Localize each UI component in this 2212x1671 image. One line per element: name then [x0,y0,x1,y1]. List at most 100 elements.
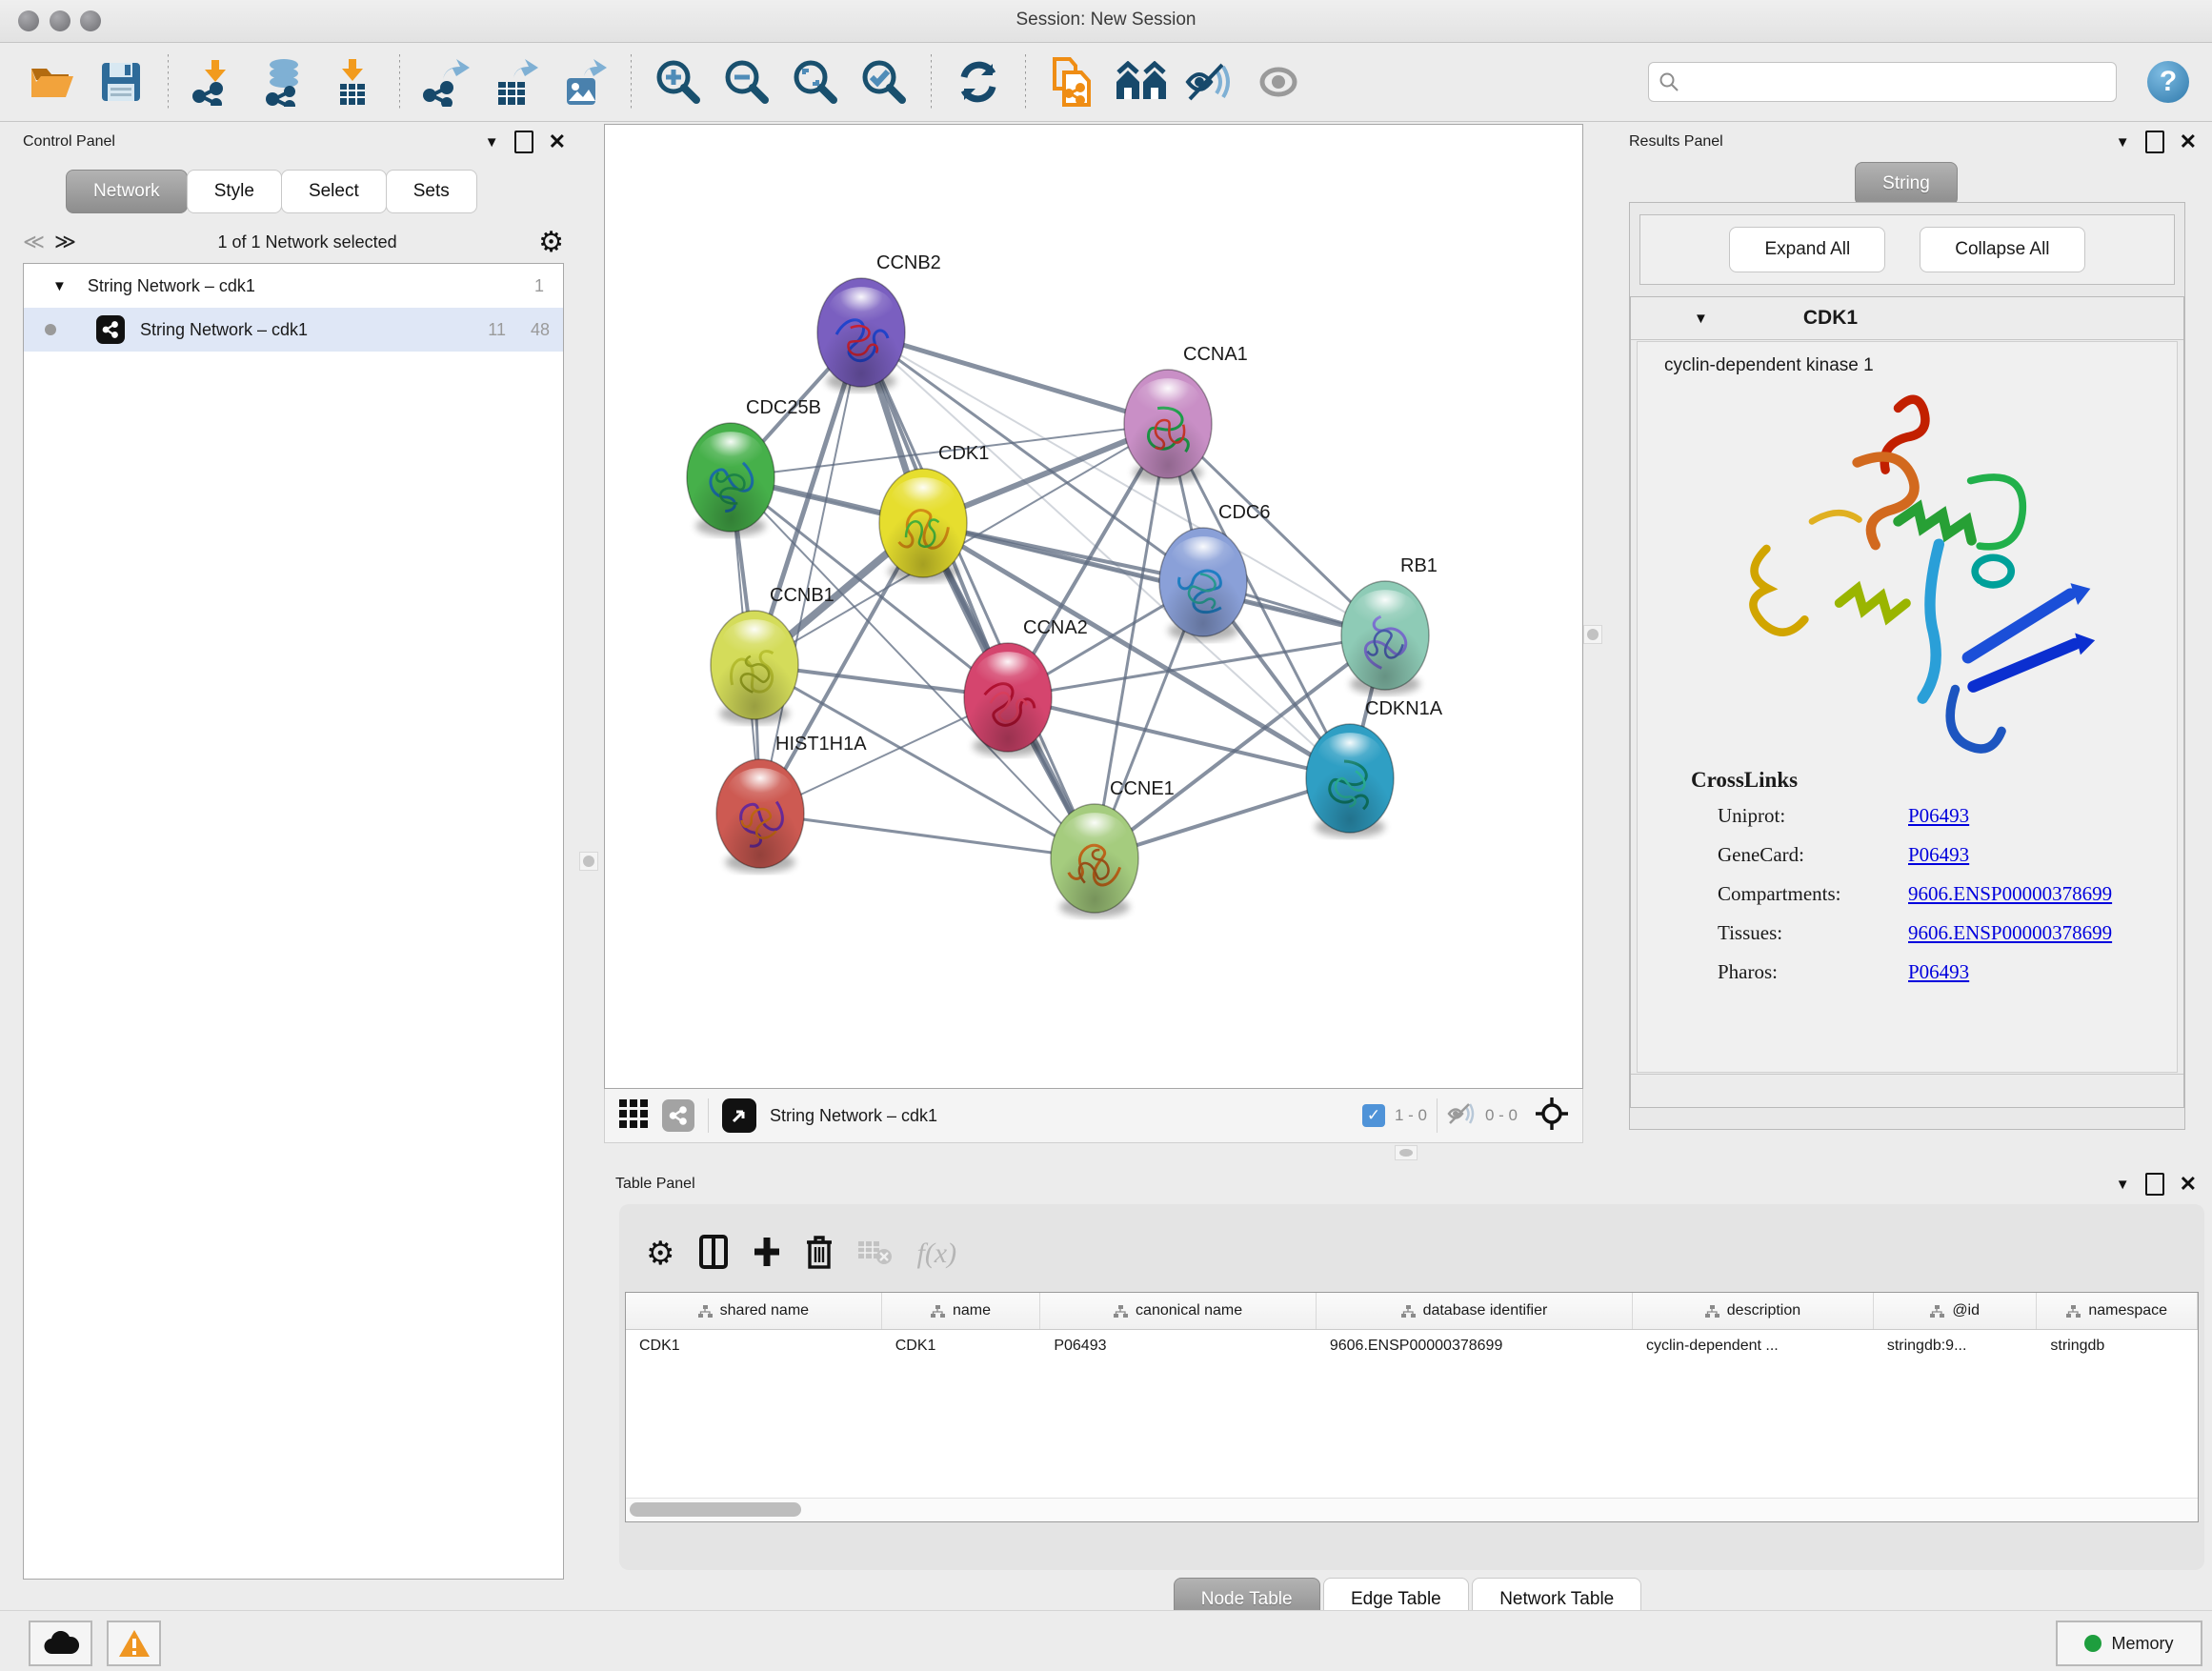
scrollbar-thumb[interactable] [630,1502,801,1517]
table-options-gear-icon[interactable]: ⚙ [646,1235,674,1273]
column-header-canonicalname[interactable]: canonical name [1040,1293,1317,1329]
node-HIST1H1A[interactable]: HIST1H1A [716,734,867,873]
node-CCNB2[interactable]: CCNB2 [817,252,941,392]
node-CDK1[interactable]: CDK1 [879,443,989,582]
memory-label: Memory [2111,1634,2173,1654]
node-CDKN1A[interactable]: CDKN1A [1306,698,1443,837]
zoom-selected-button[interactable] [855,53,914,111]
close-panel-icon[interactable]: ✕ [2180,1172,2197,1197]
network-overview-icon[interactable] [662,1099,694,1132]
close-panel-icon[interactable]: ✕ [549,130,566,154]
delete-column-icon[interactable] [806,1235,833,1274]
expand-all-icon[interactable]: ≪ [56,230,76,254]
column-header-id[interactable]: @id [1874,1293,2038,1329]
tab-sets[interactable]: Sets [386,170,477,213]
search-input[interactable] [1687,71,2106,92]
tab-style[interactable]: Style [187,170,282,213]
show-all-icon[interactable] [1249,53,1308,111]
table-toolbar: ⚙ f(x) [619,1204,2204,1282]
import-table-button[interactable] [323,53,382,111]
collection-expand-icon[interactable]: ▼ [52,278,67,294]
import-network-button[interactable] [186,53,245,111]
help-button[interactable]: ? [2147,61,2189,103]
cloud-status-button[interactable] [29,1621,92,1666]
table-cell[interactable]: stringdb [2037,1338,2198,1355]
left-splitter-handle[interactable] [579,852,598,871]
add-column-icon[interactable] [753,1236,781,1273]
show-columns-icon[interactable] [699,1235,728,1274]
table-cell[interactable]: cyclin-dependent ... [1633,1338,1874,1355]
table-cell[interactable]: 9606.ENSP00000378699 [1317,1338,1633,1355]
hide-unselected-icon[interactable] [1180,53,1239,111]
entry-collapse-icon[interactable]: ▼ [1694,311,1708,327]
toolbar-separator [1025,54,1026,110]
zoom-fit-button[interactable] [786,53,845,111]
network-nodes[interactable]: CCNB2CCNA1CDC25BCDK1CDC6RB1CCNB1CCNA2CDK… [687,252,1443,917]
column-header-sharedname[interactable]: shared name [626,1293,882,1329]
cloud-icon [43,1631,79,1656]
network-row[interactable]: String Network – cdk1 11 48 [24,308,563,352]
panel-menu-icon[interactable]: ▼ [485,134,499,151]
crosslink-link[interactable]: P06493 [1908,804,1969,828]
network-canvas[interactable]: CCNB2CCNA1CDC25BCDK1CDC6RB1CCNB1CCNA2CDK… [604,124,1583,1089]
table-header-row[interactable]: shared namenamecanonical namedatabase id… [626,1293,2198,1330]
tab-string[interactable]: String [1855,162,1958,206]
panel-menu-icon[interactable]: ▼ [2116,1177,2130,1193]
cytoscape-window: Session: New Session [0,0,2212,1671]
fit-selected-icon[interactable] [1535,1097,1569,1136]
memory-button[interactable]: Memory [2056,1621,2202,1666]
node-CDC6[interactable]: CDC6 [1159,502,1270,641]
share-document-button[interactable] [1043,53,1102,111]
panel-menu-icon[interactable]: ▼ [2116,134,2130,151]
column-header-name[interactable]: name [882,1293,1041,1329]
import-database-button[interactable] [254,53,313,111]
collapse-all-button[interactable]: Collapse All [1920,227,2084,272]
open-session-button[interactable] [23,53,82,111]
string-home-icon[interactable] [1112,53,1171,111]
node-RB1[interactable]: RB1 [1341,555,1438,695]
zoom-out-button[interactable] [717,53,776,111]
float-panel-icon[interactable] [514,131,533,153]
column-header-databaseidentifier[interactable]: database identifier [1317,1293,1633,1329]
network-list: ▼ String Network – cdk1 1 String Network… [23,263,564,1580]
table-cell[interactable]: stringdb:9... [1874,1338,2038,1355]
table-cell[interactable]: CDK1 [626,1338,882,1355]
node-result-header[interactable]: ▼ CDK1 [1631,297,2183,340]
zoom-in-button[interactable] [649,53,708,111]
crosslink-link[interactable]: P06493 [1908,843,1969,867]
crosslink-link[interactable]: P06493 [1908,960,1969,984]
refresh-button[interactable] [949,53,1008,111]
table-row[interactable]: CDK1CDK1P064939606.ENSP00000378699cyclin… [626,1330,2198,1362]
table-cell[interactable]: P06493 [1040,1338,1317,1355]
node-table[interactable]: shared namenamecanonical namedatabase id… [625,1292,2199,1522]
export-image-button[interactable] [554,53,613,111]
tab-network[interactable]: Network [66,170,188,213]
save-session-button[interactable] [91,53,151,111]
float-panel-icon[interactable] [2145,1173,2164,1196]
grid-view-icon[interactable] [618,1098,649,1134]
table-panel: Table Panel ▼ ✕ ⚙ [604,1155,2212,1610]
export-network-button[interactable] [417,53,476,111]
table-horizontal-scrollbar[interactable] [626,1498,2198,1521]
right-splitter-handle[interactable] [1583,625,1602,644]
node-CCNB1[interactable]: CCNB1 [711,585,835,724]
crosslink-link[interactable]: 9606.ENSP00000378699 [1908,882,2112,906]
table-cell[interactable]: CDK1 [882,1338,1041,1355]
network-options-gear-icon[interactable]: ⚙ [538,226,564,259]
crosslink-link[interactable]: 9606.ENSP00000378699 [1908,921,2112,945]
birds-eye-view-icon[interactable] [722,1098,756,1133]
collapse-all-icon[interactable]: ≪ [23,230,43,254]
close-panel-icon[interactable]: ✕ [2180,130,2197,154]
float-panel-icon[interactable] [2145,131,2164,153]
selected-counts: 1 - 0 [1395,1106,1427,1125]
node-CCNA1[interactable]: CCNA1 [1124,344,1248,483]
export-table-button[interactable] [486,53,545,111]
column-header-namespace[interactable]: namespace [2037,1293,2198,1329]
node-label-CDC25B: CDC25B [746,397,821,418]
warning-button[interactable] [107,1621,161,1666]
column-header-description[interactable]: description [1633,1293,1874,1329]
tab-select[interactable]: Select [281,170,387,213]
expand-all-button[interactable]: Expand All [1729,227,1885,272]
network-collection-row[interactable]: ▼ String Network – cdk1 1 [24,264,563,308]
selected-nodes-checkbox[interactable]: ✓ [1362,1104,1385,1127]
